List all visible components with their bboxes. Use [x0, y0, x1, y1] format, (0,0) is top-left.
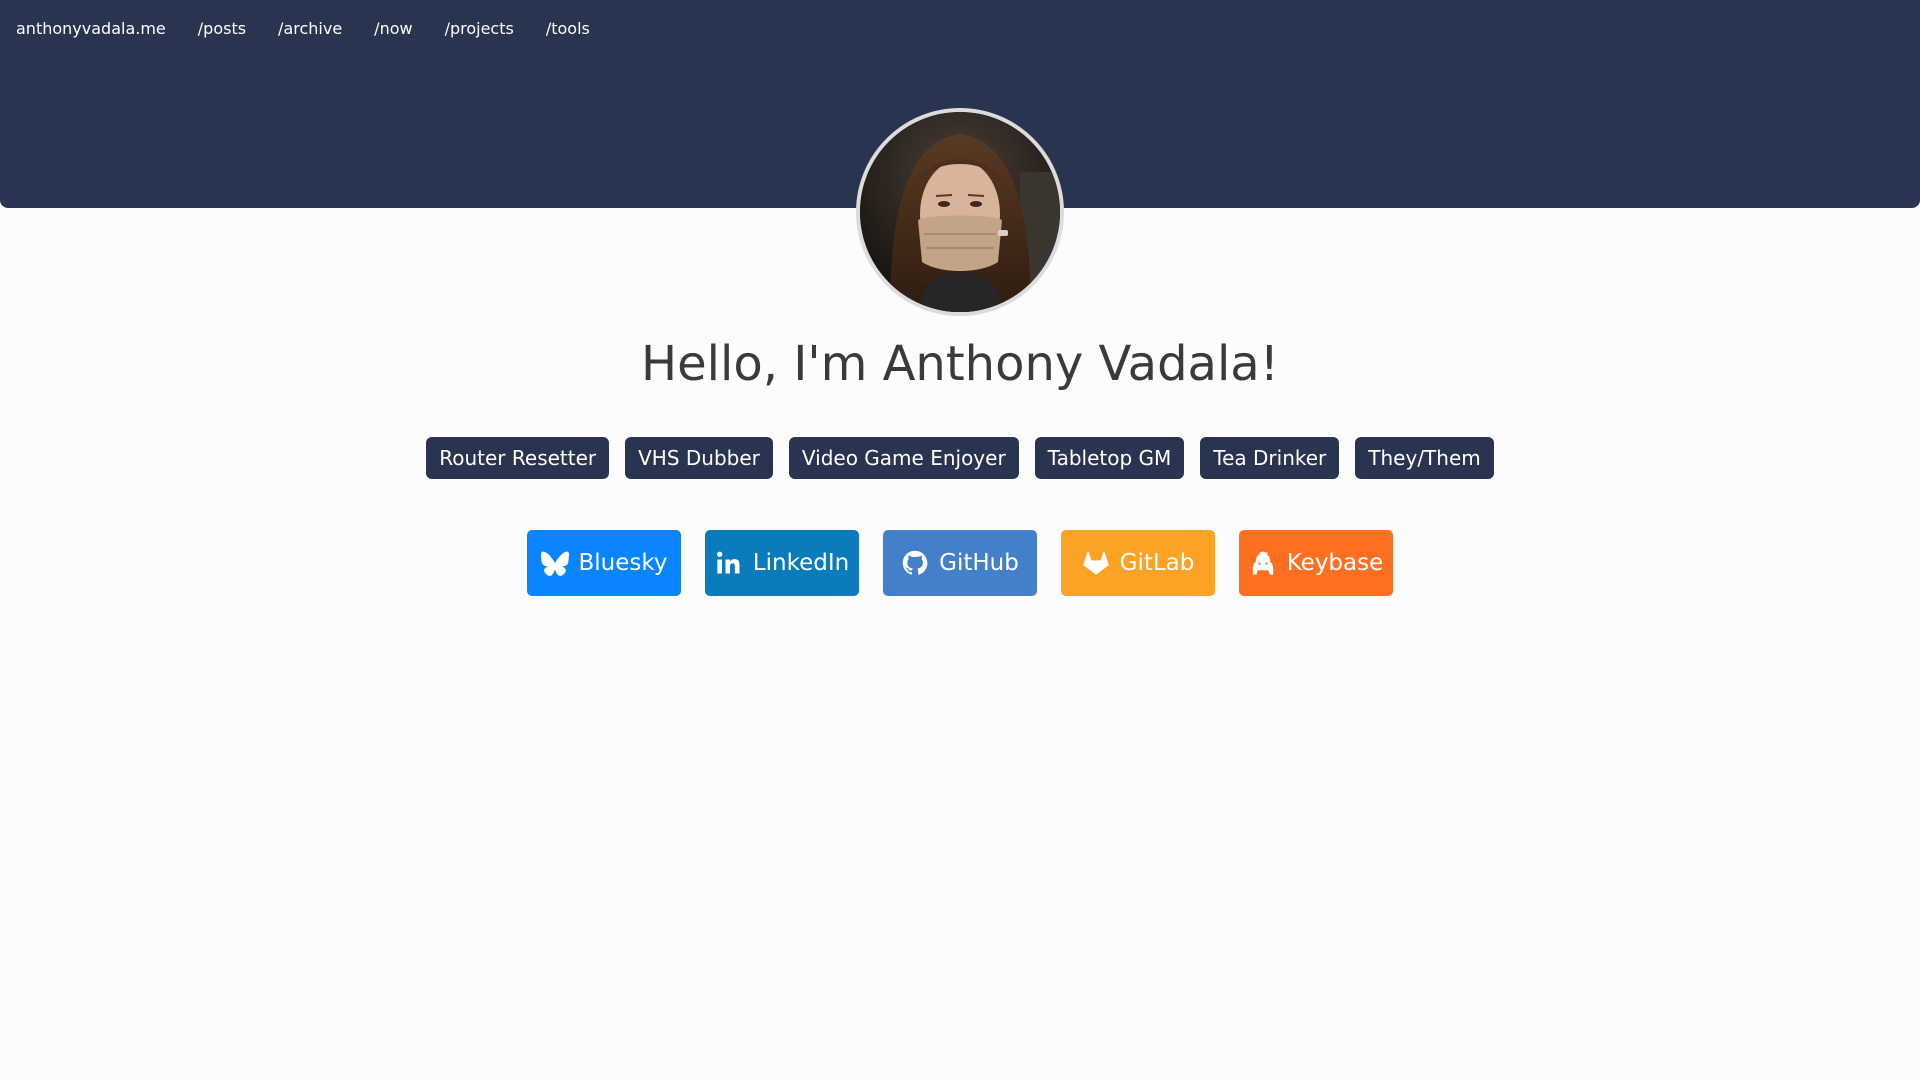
- nav-link-archive[interactable]: /archive: [278, 19, 342, 38]
- gitlab-icon: [1082, 549, 1110, 577]
- top-nav: anthonyvadala.me /posts /archive /now /p…: [16, 0, 590, 56]
- nav-link-tools[interactable]: /tools: [546, 19, 590, 38]
- tag-router-resetter: Router Resetter: [426, 437, 610, 479]
- page-title: Hello, I'm Anthony Vadala!: [641, 336, 1279, 392]
- keybase-label: Keybase: [1286, 550, 1384, 576]
- tag-vhs-dubber: VHS Dubber: [625, 437, 773, 479]
- keybase-icon: [1249, 549, 1277, 577]
- nav-link-posts[interactable]: /posts: [198, 19, 246, 38]
- nav-home-link[interactable]: anthonyvadala.me: [16, 19, 166, 38]
- tag-video-game-enjoyer: Video Game Enjoyer: [788, 437, 1019, 479]
- linkedin-icon: [715, 549, 743, 577]
- tag-tabletop-gm: Tabletop GM: [1034, 437, 1185, 479]
- keybase-button[interactable]: Keybase: [1239, 530, 1393, 596]
- avatar: [856, 108, 1064, 316]
- bluesky-button[interactable]: Bluesky: [527, 530, 681, 596]
- gitlab-button[interactable]: GitLab: [1061, 530, 1215, 596]
- butterfly-icon: [540, 549, 569, 577]
- github-label: GitHub: [939, 550, 1019, 576]
- github-icon: [901, 549, 929, 577]
- github-button[interactable]: GitHub: [883, 530, 1037, 596]
- tag-pronouns: They/Them: [1355, 437, 1494, 479]
- gitlab-label: GitLab: [1119, 550, 1195, 576]
- social-links: Bluesky LinkedIn GitHub GitLab Keybase: [0, 530, 1920, 596]
- bluesky-label: Bluesky: [578, 550, 668, 576]
- tag-tea-drinker: Tea Drinker: [1200, 437, 1340, 479]
- nav-link-now[interactable]: /now: [374, 19, 412, 38]
- linkedin-label: LinkedIn: [752, 550, 850, 576]
- linkedin-button[interactable]: LinkedIn: [705, 530, 859, 596]
- avatar-portrait-image: [860, 112, 1060, 312]
- tag-list: Router Resetter VHS Dubber Video Game En…: [0, 437, 1920, 479]
- nav-link-projects[interactable]: /projects: [445, 19, 514, 38]
